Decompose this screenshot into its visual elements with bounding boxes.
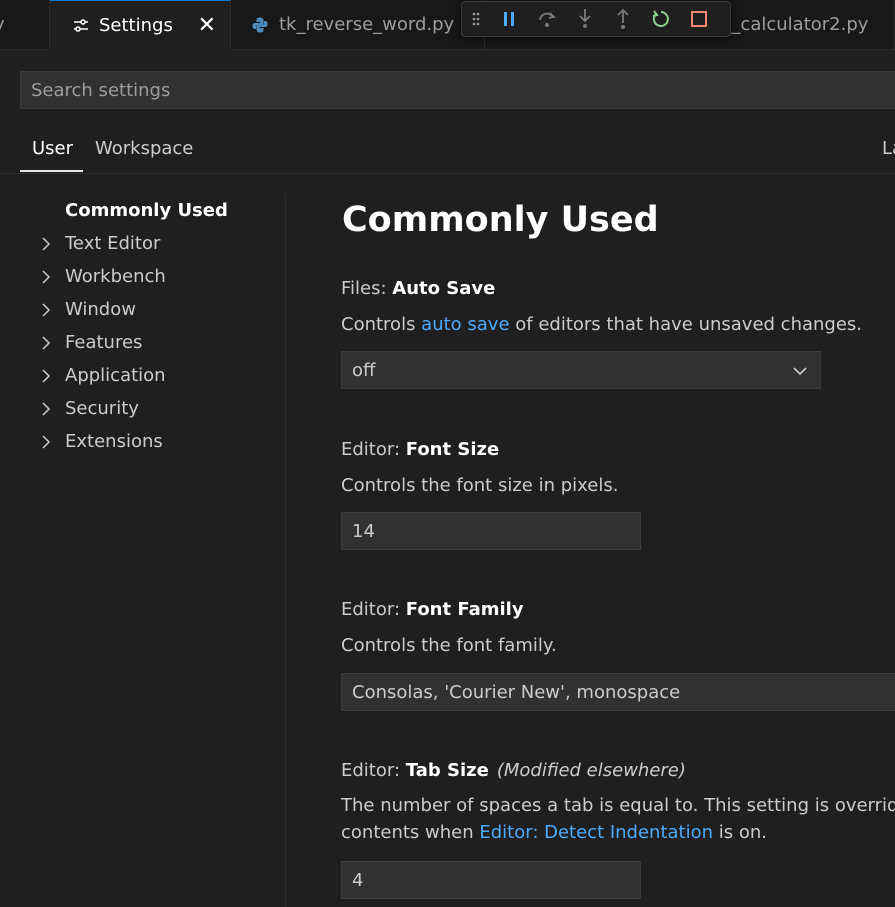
- tab-partial-right[interactable]: La: [882, 138, 895, 159]
- modified-elsewhere-note[interactable]: (Modified elsewhere): [497, 760, 686, 781]
- input-value: Consolas, 'Courier New', monospace: [352, 681, 681, 703]
- tab-settings[interactable]: Settings ✕: [50, 0, 231, 50]
- toc-divider: [285, 193, 286, 907]
- step-into-icon[interactable]: [566, 2, 604, 36]
- font-size-input[interactable]: 14: [341, 512, 641, 550]
- toc-item-window[interactable]: Window: [40, 293, 136, 326]
- tab-tk-reverse-word[interactable]: tk_reverse_word.py: [231, 0, 485, 49]
- tab-label: Settings: [99, 15, 173, 36]
- restart-icon[interactable]: [642, 2, 680, 36]
- chevron-right-icon: [40, 236, 65, 252]
- tab-label: tk_reverse_word.py: [279, 14, 455, 35]
- tab-label: k_calculator2.py: [721, 14, 869, 35]
- setting-label-font-family: Editor: Font Family: [341, 599, 524, 620]
- step-out-icon[interactable]: [604, 2, 642, 36]
- toc-item-label: Security: [65, 398, 139, 419]
- chevron-right-icon: [40, 368, 65, 384]
- step-over-icon[interactable]: [528, 2, 566, 36]
- tab-label: y: [0, 14, 5, 35]
- toc-item-label: Features: [65, 332, 143, 353]
- settings-sliders-icon: [74, 18, 88, 32]
- chevron-right-icon: [40, 335, 65, 351]
- tab-size-input[interactable]: 4: [341, 861, 641, 899]
- setting-desc-font-size: Controls the font size in pixels.: [341, 475, 619, 496]
- toc-item-label: Extensions: [65, 431, 163, 452]
- search-placeholder: Search settings: [31, 79, 171, 101]
- chevron-right-icon: [40, 401, 65, 417]
- setting-desc-tab-size-line1: The number of spaces a tab is equal to. …: [341, 795, 895, 816]
- chevron-right-icon: [40, 434, 65, 450]
- editor-tab-bar: y Settings ✕ tk_reverse_word.py k_calcul…: [0, 0, 895, 50]
- toc-item-label: Workbench: [65, 266, 166, 287]
- input-value: 14: [352, 520, 375, 542]
- input-value: 4: [352, 869, 364, 891]
- toc-item-extensions[interactable]: Extensions: [40, 425, 163, 458]
- chevron-right-icon: [40, 302, 65, 318]
- python-file-icon: [252, 17, 268, 32]
- auto-save-select[interactable]: off: [341, 351, 821, 389]
- section-title: Commonly Used: [342, 200, 659, 240]
- tab-user[interactable]: User: [32, 138, 73, 159]
- toc-commonly-used[interactable]: Commonly Used: [65, 194, 228, 227]
- search-settings-input[interactable]: Search settings: [20, 71, 895, 109]
- toc-item-label: Application: [65, 365, 166, 386]
- toc-item-workbench[interactable]: Workbench: [40, 260, 166, 293]
- tab-partial-left[interactable]: y: [0, 0, 50, 49]
- setting-label-auto-save: Files: Auto Save: [341, 278, 496, 299]
- font-family-input[interactable]: Consolas, 'Courier New', monospace: [341, 673, 895, 711]
- setting-label-tab-size: Editor: Tab Size (Modified elsewhere): [341, 760, 686, 781]
- select-value: off: [352, 359, 376, 381]
- auto-save-link[interactable]: auto save: [421, 314, 509, 335]
- toc-item-security[interactable]: Security: [40, 392, 139, 425]
- active-tab-indicator: [20, 170, 83, 172]
- tab-workspace[interactable]: Workspace: [95, 138, 193, 159]
- debug-toolbar: [461, 1, 731, 37]
- chevron-down-icon: [793, 367, 807, 376]
- setting-desc-font-family: Controls the font family.: [341, 635, 557, 656]
- drag-handle-icon[interactable]: [462, 2, 490, 36]
- detect-indentation-link[interactable]: Editor: Detect Indentation: [479, 822, 713, 843]
- setting-desc-auto-save: Controls auto save of editors that have …: [341, 314, 863, 335]
- setting-desc-tab-size-line2: contents when Editor: Detect Indentation…: [341, 822, 768, 843]
- toc-item-label: Text Editor: [65, 233, 161, 254]
- toc-item-label: Window: [65, 299, 136, 320]
- stop-icon[interactable]: [680, 2, 718, 36]
- toc-item-features[interactable]: Features: [40, 326, 142, 359]
- setting-label-font-size: Editor: Font Size: [341, 439, 500, 460]
- toc-item-application[interactable]: Application: [40, 359, 166, 392]
- pause-icon[interactable]: [490, 2, 528, 36]
- toc-item-text-editor[interactable]: Text Editor: [40, 227, 160, 260]
- chevron-right-icon: [40, 269, 65, 285]
- close-icon[interactable]: ✕: [198, 14, 216, 37]
- settings-scope-tabs: User Workspace La: [0, 126, 895, 174]
